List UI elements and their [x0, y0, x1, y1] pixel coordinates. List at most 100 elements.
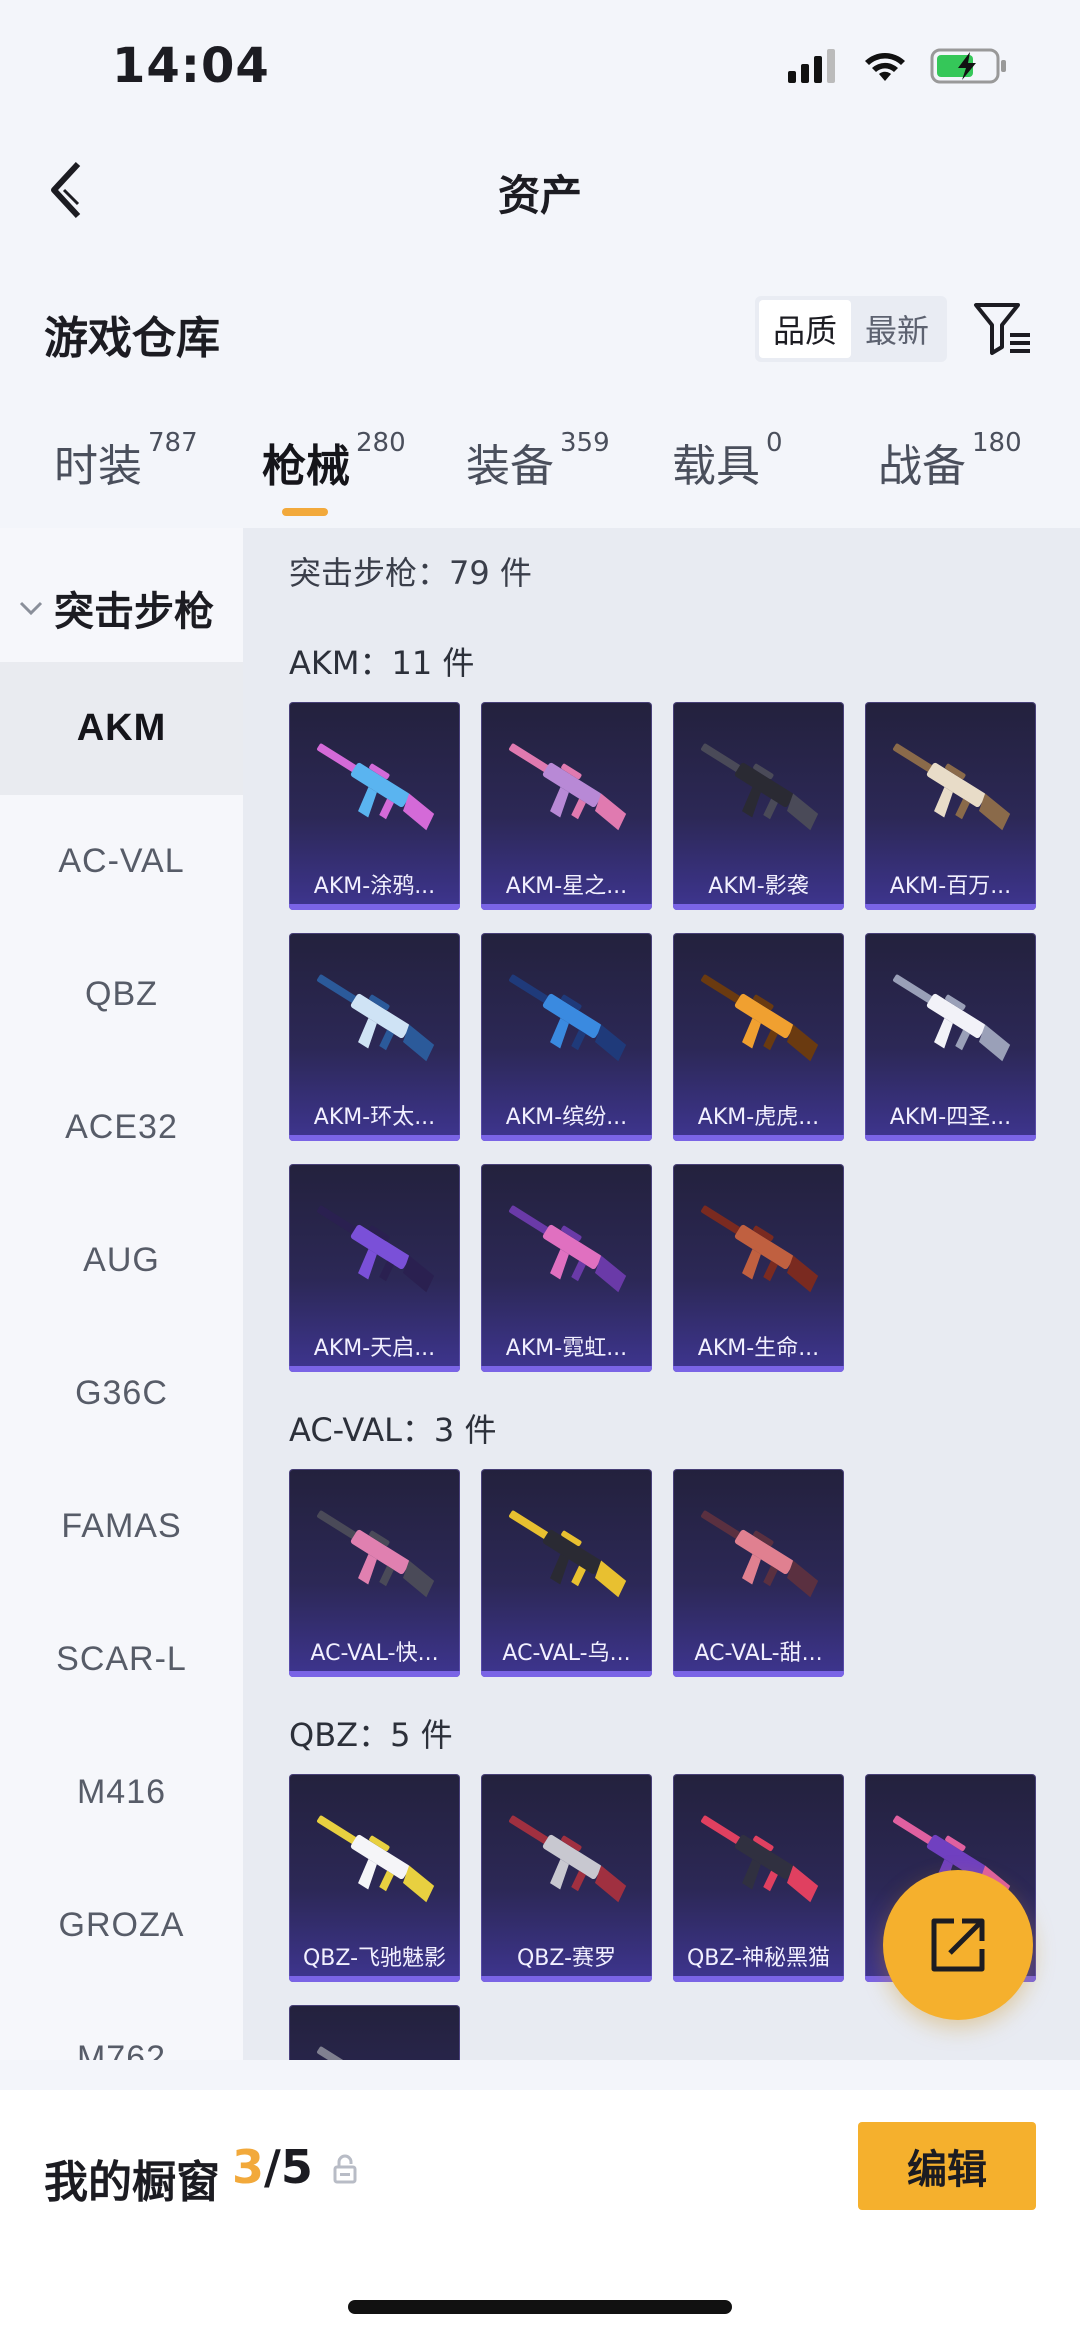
weapon-card[interactable]: AKM-环太... [289, 933, 460, 1141]
status-bar: 14:04 [0, 0, 1080, 130]
weapon-card-label: AKM-影袭 [708, 874, 809, 899]
weapon-card[interactable]: AKM-霓虹... [481, 1164, 652, 1372]
sidebar-item-g36c[interactable]: G36C [0, 1327, 243, 1460]
weapon-card[interactable]: QBZ-飞驰魅影 [289, 1774, 460, 1982]
showcase-current: 3 [232, 2140, 265, 2194]
weapon-card-label: AKM-天启... [313, 1336, 436, 1361]
showcase-label: 我的橱窗 [44, 2157, 220, 2208]
rifle-icon [701, 1815, 819, 1903]
tab-count: 180 [972, 428, 1022, 458]
sort-newest-button[interactable]: 最新 [851, 300, 943, 358]
weapon-card[interactable]: QBZ-赛罗 [481, 1774, 652, 1982]
sidebar-item-scar-l[interactable]: SCAR-L [0, 1593, 243, 1726]
rifle-icon [509, 974, 627, 1062]
share-icon [931, 1918, 985, 1972]
weapon-card[interactable]: AKM-缤纷... [481, 933, 652, 1141]
weapon-card-label: AKM-环太... [313, 1105, 436, 1130]
sidebar-category-label: 突击步枪 [54, 589, 214, 635]
weapon-card-label: AKM-星之... [505, 874, 628, 899]
weapon-card-label: QBZ-飞驰魅影 [302, 1946, 447, 1971]
showcase-total: /5 [264, 2140, 313, 2194]
group-label: AKM：11 件 [289, 644, 475, 682]
sidebar-item-groza[interactable]: GROZA [0, 1859, 243, 1992]
weapon-grid: 突击步枪：79 件 AKM：11 件 AKM-涂鸦... AKM-星之... AKM-… [243, 528, 1080, 2060]
weapon-card[interactable]: AKM-虎虎... [673, 933, 844, 1141]
weapon-card-label: AKM-虎虎... [697, 1105, 820, 1130]
weapon-card[interactable]: AKM-四圣... [865, 933, 1036, 1141]
weapon-card[interactable]: AKM-天启... [289, 1164, 460, 1372]
rifle-icon [317, 974, 435, 1062]
tab-label: 战备 [878, 441, 966, 492]
weapon-card[interactable]: AKM-百万... [865, 702, 1036, 910]
category-tabs: 时装 787 枪械 280 装备 359 载具 0 战备 180 [0, 428, 1080, 530]
weapon-card[interactable]: AKM-影袭 [673, 702, 844, 910]
wifi-icon [865, 53, 905, 81]
rifle-icon [509, 1205, 627, 1293]
chevron-down-icon [19, 601, 43, 616]
weapon-card-label: AKM-百万... [889, 874, 1012, 899]
weapon-sidebar: 突击步枪 AKM AC-VAL QBZ ACE32 AUG G36C FAMAS… [0, 528, 243, 2060]
nav-bar: 资产 [0, 130, 1080, 250]
category-total: 突击步枪：79 件 [289, 554, 532, 592]
tab-count: 787 [148, 428, 198, 458]
home-indicator [348, 2300, 732, 2314]
edit-button[interactable]: 编辑 [858, 2122, 1036, 2210]
weapon-card[interactable]: QBZ-神秘黑猫 [673, 1774, 844, 1982]
group-label: AC-VAL：3 件 [289, 1411, 497, 1449]
sidebar-item-qbz[interactable]: QBZ [0, 928, 243, 1061]
weapon-card-label: AKM-涂鸦... [313, 874, 436, 899]
weapon-card[interactable]: AKM-生命... [673, 1164, 844, 1372]
active-tab-indicator [282, 508, 328, 516]
rifle-icon [701, 974, 819, 1062]
status-icons [788, 48, 1008, 84]
group-label: QBZ：5 件 [289, 1716, 453, 1754]
sort-quality-button[interactable]: 品质 [759, 300, 851, 358]
rifle-icon [893, 743, 1011, 831]
sidebar-item-ace32[interactable]: ACE32 [0, 1061, 243, 1194]
status-time: 14:04 [112, 38, 270, 94]
sidebar-item-akm[interactable]: AKM [0, 662, 243, 795]
lock-icon [333, 2154, 357, 2184]
sidebar-item-aug[interactable]: AUG [0, 1194, 243, 1327]
battery-charging-icon [930, 48, 1006, 84]
weapon-card[interactable]: AC-VAL-快... [289, 1469, 460, 1677]
weapon-card[interactable]: AC-VAL-甜... [673, 1469, 844, 1677]
weapon-card[interactable]: AC-VAL-乌... [481, 1469, 652, 1677]
sidebar-item-ac-val[interactable]: AC-VAL [0, 795, 243, 928]
weapon-card[interactable]: AKM-涂鸦... [289, 702, 460, 910]
rifle-icon [509, 743, 627, 831]
rifle-icon [701, 1510, 819, 1598]
filter-button[interactable] [968, 296, 1038, 362]
weapon-card[interactable]: AKM-星之... [481, 702, 652, 910]
weapon-card-label: AKM-霓虹... [505, 1336, 628, 1361]
weapon-card-label: QBZ-神秘黑猫 [686, 1946, 831, 1971]
page-title: 资产 [497, 171, 582, 220]
rifle-icon [509, 1815, 627, 1903]
weapon-card-label: AKM-四圣... [889, 1105, 1012, 1130]
showcase-count: 3/5 [232, 2140, 313, 2194]
weapon-card-label: AC-VAL-快... [310, 1641, 439, 1666]
tab-vehicles[interactable]: 载具 0 [672, 428, 783, 494]
tab-fashion[interactable]: 时装 787 [54, 428, 198, 494]
tab-equipment[interactable]: 装备 359 [466, 428, 610, 494]
weapon-card[interactable] [289, 2005, 460, 2060]
weapon-card-label: AKM-缤纷... [505, 1105, 628, 1130]
sort-toggle: 品质 最新 [755, 296, 947, 362]
warehouse-title: 游戏仓库 [44, 313, 220, 364]
share-button[interactable] [883, 1870, 1033, 2020]
sidebar-item-m416[interactable]: M416 [0, 1726, 243, 1859]
tab-guns[interactable]: 枪械 280 [262, 428, 406, 494]
tab-label: 时装 [54, 441, 142, 492]
tab-label: 载具 [672, 441, 760, 492]
sidebar-item-m762[interactable]: M762 [0, 1992, 243, 2060]
rifle-icon [701, 1205, 819, 1293]
sidebar-category-toggle[interactable]: 突击步枪 [0, 568, 243, 648]
weapon-card-label: AKM-生命... [697, 1336, 820, 1361]
rifle-icon [317, 2046, 359, 2060]
sidebar-item-famas[interactable]: FAMAS [0, 1460, 243, 1593]
rifle-icon [893, 974, 1011, 1062]
tab-supplies[interactable]: 战备 180 [878, 428, 1022, 494]
rifle-icon [317, 1815, 435, 1903]
filter-icon [974, 303, 1030, 355]
rifle-icon [317, 1510, 435, 1598]
